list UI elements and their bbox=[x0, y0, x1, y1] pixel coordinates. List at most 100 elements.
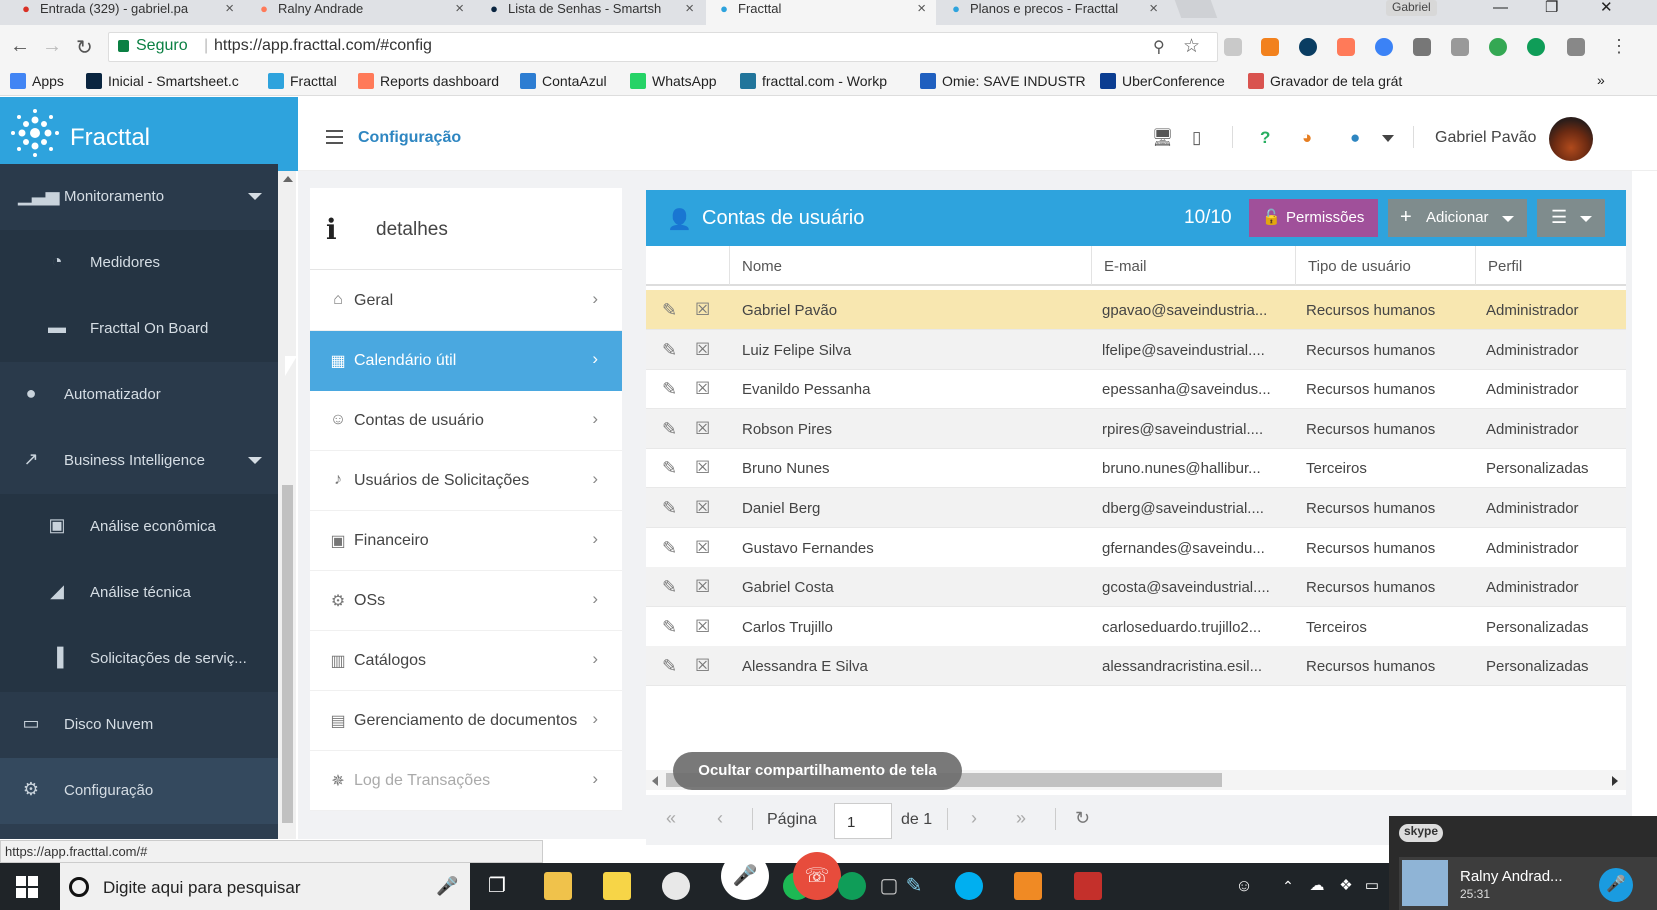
pencil-icon[interactable]: ✎ bbox=[662, 458, 677, 479]
trash-icon[interactable]: ☒ bbox=[695, 538, 710, 558]
file-explorer-icon[interactable] bbox=[544, 872, 572, 900]
sidebar-item[interactable]: ▁▃▅ Monitoramento bbox=[0, 164, 278, 230]
browser-tab[interactable]: ● Lista de Senhas - Smartsh × bbox=[476, 0, 704, 25]
table-row[interactable]: ✎ ☒ Gustavo Fernandes gfernandes@saveindu..… bbox=[646, 528, 1626, 568]
windows-start-icon[interactable] bbox=[16, 876, 38, 898]
bookmark-item[interactable]: UberConference bbox=[1100, 73, 1225, 89]
details-menu-item[interactable]: ⚙ OSs › bbox=[310, 571, 622, 631]
trash-icon[interactable]: ☒ bbox=[695, 300, 710, 320]
bookmark-item[interactable]: ContaAzul bbox=[520, 73, 607, 89]
chrome-icon[interactable] bbox=[662, 872, 690, 900]
table-row[interactable]: ✎ ☒ Evanildo Pessanha epessanha@saveindus..… bbox=[646, 369, 1626, 410]
bookmark-item[interactable]: Gravador de tela grát bbox=[1248, 73, 1402, 89]
sidebar-item[interactable]: ◢ Análise técnica bbox=[0, 560, 278, 626]
column-header-user-type[interactable]: Tipo de usuário bbox=[1296, 246, 1476, 286]
sidebar-item[interactable]: ◔ Medidores bbox=[0, 230, 278, 296]
bookmark-item[interactable]: Fracttal bbox=[268, 73, 337, 89]
page-number-input[interactable]: 1 bbox=[834, 803, 892, 839]
trash-icon[interactable]: ☒ bbox=[695, 340, 710, 360]
scroll-right-icon[interactable] bbox=[1612, 776, 1618, 786]
details-menu-item[interactable]: ⌂ Geral › bbox=[310, 271, 622, 331]
help-icon[interactable]: ? bbox=[1260, 128, 1270, 148]
key-icon[interactable]: ⚲ bbox=[1153, 37, 1165, 57]
close-tab-icon[interactable]: × bbox=[685, 0, 694, 18]
pencil-icon[interactable]: ✎ bbox=[662, 340, 677, 361]
end-call-icon[interactable]: ☏ bbox=[793, 852, 841, 900]
permissions-button[interactable]: 🔓 Permissões bbox=[1249, 199, 1378, 237]
globe-icon[interactable]: ● bbox=[1350, 128, 1360, 148]
table-row[interactable]: ✎ ☒ Robson Pires rpires@saveindustrial.... R… bbox=[646, 408, 1626, 449]
bookmarks-overflow-icon[interactable]: » bbox=[1597, 72, 1605, 88]
sidebar-item[interactable]: ▭ Disco Nuvem bbox=[0, 692, 278, 758]
dropbox-icon[interactable]: ❖ bbox=[1332, 872, 1360, 900]
pencil-icon[interactable]: ✎ bbox=[662, 617, 677, 638]
extension-icon[interactable] bbox=[1261, 38, 1279, 56]
view-options-button[interactable]: ☰ bbox=[1537, 199, 1605, 237]
extension-icon[interactable] bbox=[1527, 38, 1545, 56]
url-text[interactable]: https://app.fracttal.com/#config bbox=[214, 37, 432, 55]
trash-icon[interactable]: ☒ bbox=[695, 656, 710, 676]
first-page-icon[interactable]: « bbox=[666, 808, 676, 829]
acrobat-icon[interactable] bbox=[1074, 872, 1102, 900]
extension-icon[interactable] bbox=[1224, 38, 1242, 56]
column-header-email[interactable]: E-mail bbox=[1092, 246, 1296, 286]
forward-icon[interactable]: → bbox=[42, 35, 62, 58]
minimize-icon[interactable]: — bbox=[1493, 0, 1508, 16]
details-menu-item[interactable]: ☺ Contas de usuário › bbox=[310, 391, 622, 451]
browser-tab[interactable]: ● Planos e precos - Fracttal × bbox=[938, 0, 1168, 25]
task-view-icon[interactable]: ❐ bbox=[483, 872, 511, 900]
language-dropdown-icon[interactable] bbox=[1382, 135, 1394, 142]
microphone-icon[interactable]: 🎤 bbox=[1599, 868, 1633, 902]
bookmark-item[interactable]: Omie: SAVE INDUSTR bbox=[920, 73, 1086, 89]
trash-icon[interactable]: ☒ bbox=[695, 617, 710, 637]
sidebar-item[interactable]: ⚙ Configuração bbox=[0, 758, 278, 824]
pencil-icon[interactable]: ✎ bbox=[662, 656, 677, 677]
details-menu-item[interactable]: ▤ Gerenciamento de documentos › bbox=[310, 691, 622, 751]
dashboard-gauge-icon[interactable]: ◕ bbox=[1302, 128, 1312, 148]
details-menu-item[interactable]: ♪ Usuários de Solicitações › bbox=[310, 451, 622, 511]
microphone-icon[interactable]: 🎤 bbox=[721, 852, 769, 900]
desktop-icon[interactable]: 🖥 bbox=[1152, 128, 1174, 148]
browser-tab[interactable]: ● Entrada (329) - gabriel.pa × bbox=[8, 0, 244, 25]
previous-page-icon[interactable]: ‹ bbox=[717, 808, 723, 829]
browser-tab[interactable]: ● Ralny Andrade × bbox=[246, 0, 474, 25]
bookmark-item[interactable]: Reports dashboard bbox=[358, 73, 499, 89]
browser-tab[interactable]: ● Fracttal × bbox=[706, 0, 936, 25]
tablet-icon[interactable]: ▯ bbox=[1192, 128, 1201, 148]
extension-icon[interactable] bbox=[1337, 38, 1355, 56]
pencil-icon[interactable]: ✎ bbox=[662, 577, 677, 598]
trash-icon[interactable]: ☒ bbox=[695, 458, 710, 478]
last-page-icon[interactable]: » bbox=[1016, 808, 1026, 829]
extension-icon[interactable] bbox=[1299, 38, 1317, 56]
table-row[interactable]: ✎ ☒ Gabriel Costa gcosta@saveindustrial....… bbox=[646, 567, 1626, 608]
table-row[interactable]: ✎ ☒ Luiz Felipe Silva lfelipe@saveindustria… bbox=[646, 329, 1626, 370]
pencil-icon[interactable]: ✎ bbox=[662, 538, 677, 559]
bookmark-item[interactable]: fracttal.com - Workp bbox=[740, 73, 887, 89]
hamburger-menu-icon[interactable] bbox=[326, 130, 343, 144]
bookmark-item[interactable]: Apps bbox=[10, 73, 64, 89]
column-header-profile[interactable]: Perfil bbox=[1476, 246, 1626, 286]
sidebar-scroll-thumb[interactable] bbox=[282, 485, 293, 823]
browser-menu-icon[interactable]: ⋮ bbox=[1610, 36, 1628, 57]
star-icon[interactable]: ☆ bbox=[1183, 35, 1200, 58]
table-row[interactable]: ✎ ☒ Gabriel Pavão gpavao@saveindustria... Re… bbox=[646, 290, 1626, 330]
sidebar-item[interactable]: ▣ Análise econômica bbox=[0, 494, 278, 560]
pencil-icon[interactable]: ✎ bbox=[662, 300, 677, 321]
pencil-icon[interactable]: ✎ bbox=[662, 379, 677, 400]
reload-icon[interactable]: ↻ bbox=[76, 35, 93, 60]
column-header-name[interactable]: Nome bbox=[730, 246, 1092, 286]
sidebar-item[interactable]: ▬ Fracttal On Board bbox=[0, 296, 278, 362]
close-tab-icon[interactable]: × bbox=[1149, 0, 1158, 18]
bookmark-item[interactable]: WhatsApp bbox=[630, 73, 717, 89]
close-tab-icon[interactable]: × bbox=[225, 0, 234, 18]
hide-screen-share-button[interactable]: Ocultar compartilhamento de tela bbox=[673, 752, 962, 790]
pencil-icon[interactable]: ✎ bbox=[662, 498, 677, 519]
extension-icon[interactable] bbox=[1489, 38, 1507, 56]
people-icon[interactable]: ☺ bbox=[1230, 872, 1258, 900]
trash-icon[interactable]: ☒ bbox=[695, 577, 710, 597]
avatar[interactable] bbox=[1549, 117, 1593, 161]
bookmark-item[interactable]: Inicial - Smartsheet.c bbox=[86, 73, 239, 89]
hangouts-icon[interactable] bbox=[838, 872, 866, 900]
back-icon[interactable]: ← bbox=[10, 35, 30, 58]
trash-icon[interactable]: ☒ bbox=[695, 379, 710, 399]
